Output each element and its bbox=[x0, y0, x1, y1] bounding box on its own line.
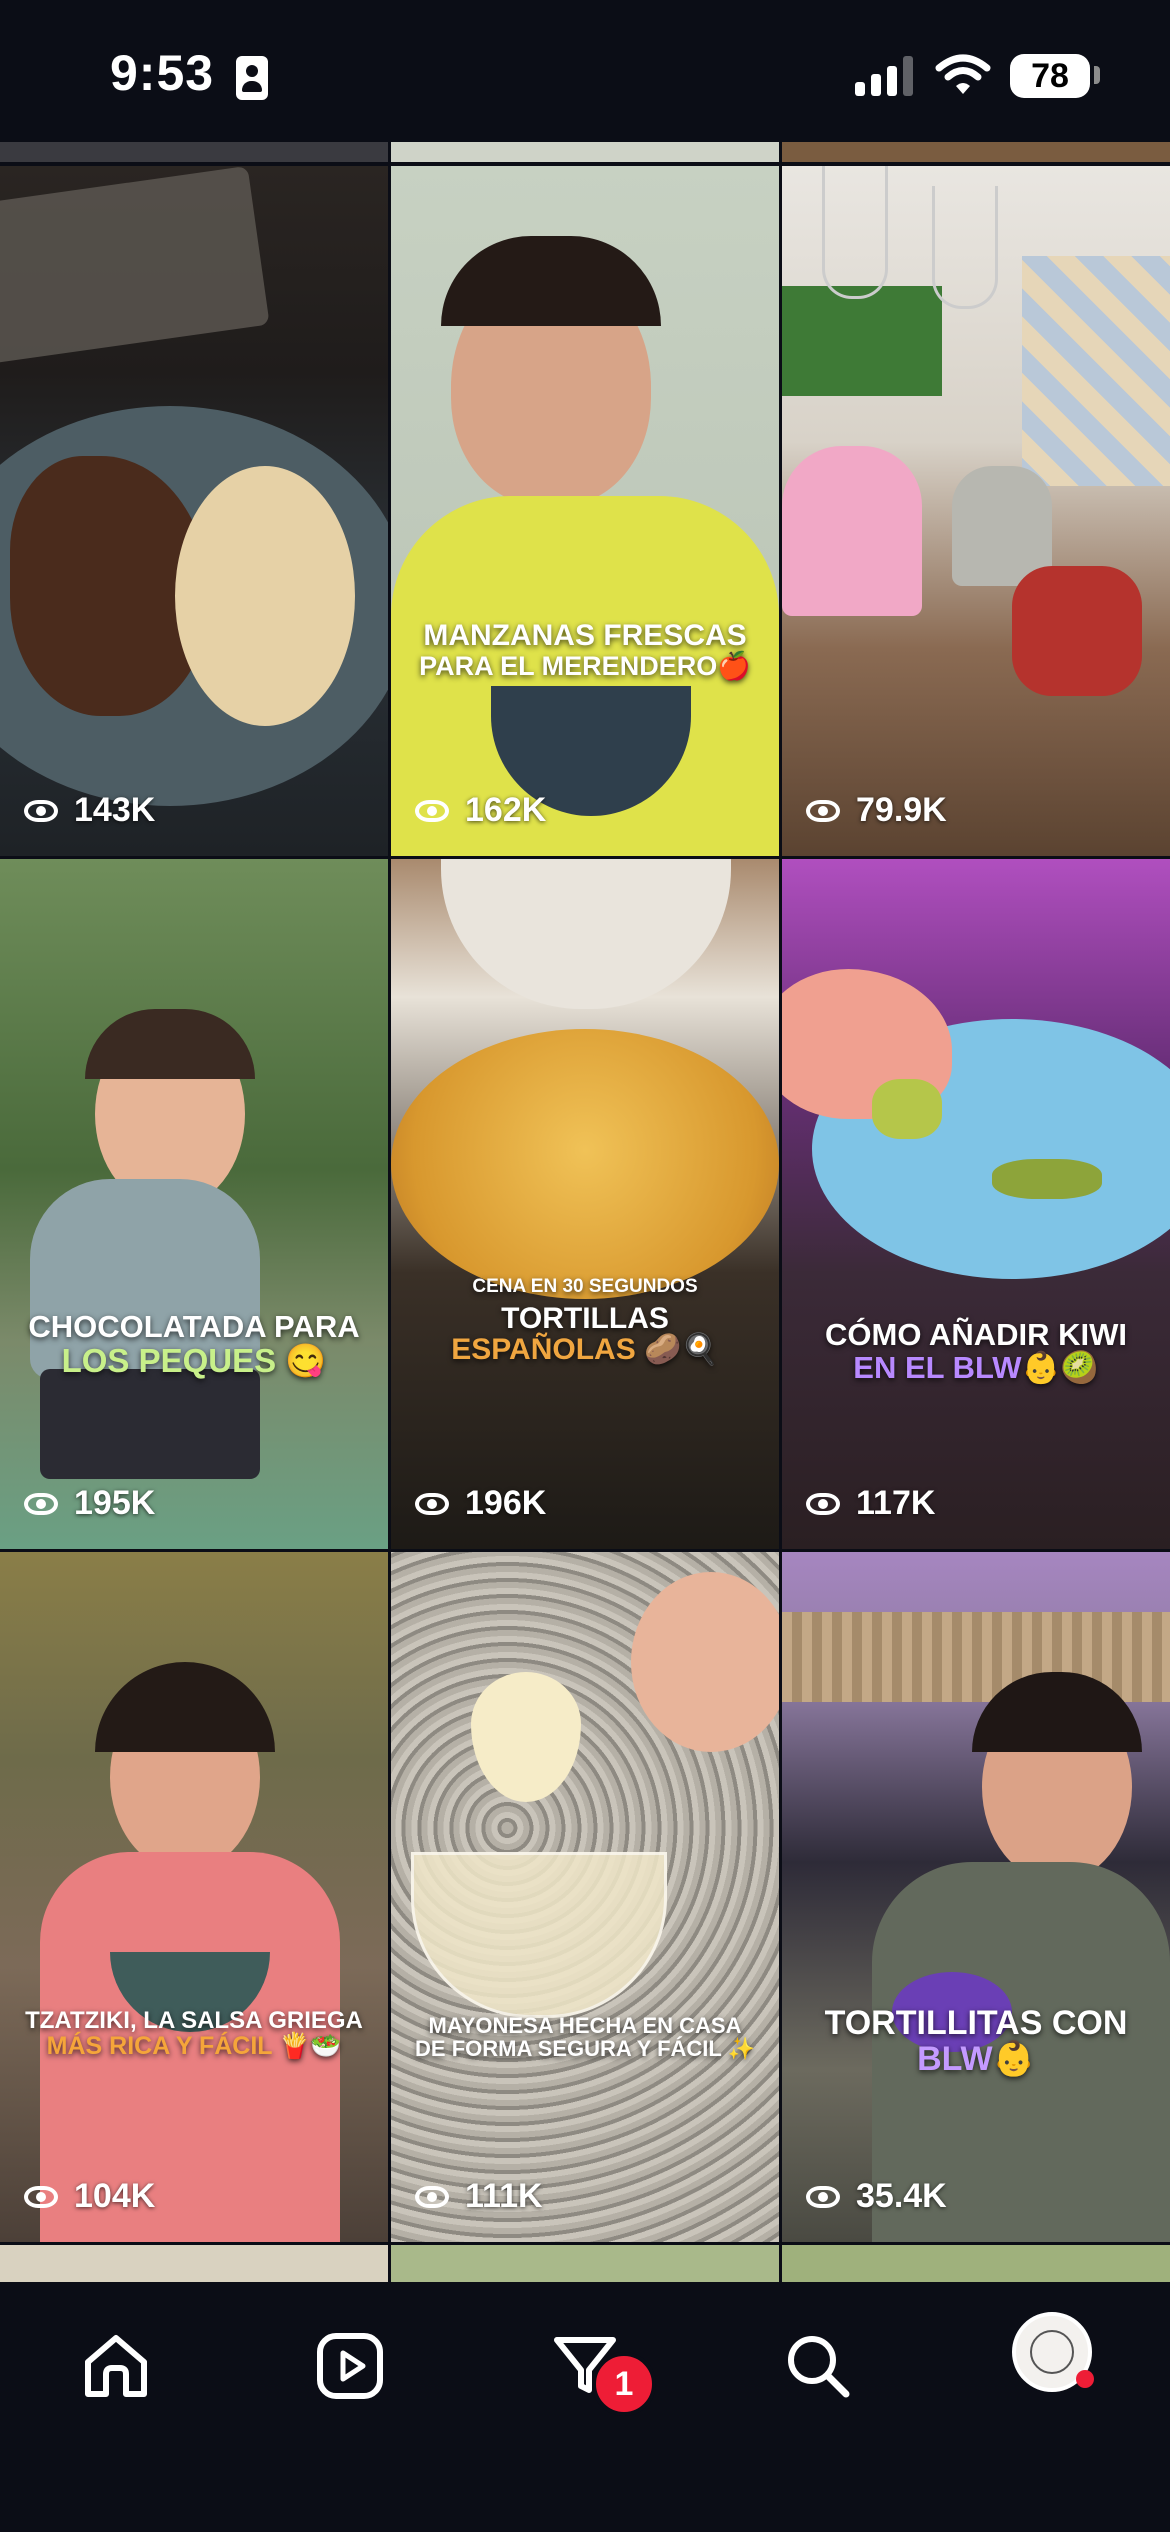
eye-icon bbox=[806, 798, 844, 824]
reel-caption: CENA EN 30 SEGUNDOS TORTILLAS ESPAÑOLAS … bbox=[451, 1276, 719, 1367]
contact-card-icon bbox=[236, 56, 268, 100]
reel-caption: TORTILLITAS CON BLW👶 bbox=[824, 2004, 1128, 2078]
woman-pink-image bbox=[782, 446, 922, 616]
reels-grid: 143K MANZANAS FRESCAS PARA EL MERENDERO🍎… bbox=[0, 142, 1170, 2282]
reel-tile[interactable]: CHOCOLATADA PARA LOS PEQUES 😋 195K bbox=[0, 859, 388, 1549]
reel-tile[interactable]: CÓMO AÑADIR KIWI EN EL BLW👶🥝 117K bbox=[782, 859, 1170, 1549]
view-count: 195K bbox=[24, 1484, 155, 1523]
kiwi-image bbox=[992, 1159, 1102, 1199]
profile-notification-dot bbox=[1076, 2370, 1094, 2388]
eye-icon bbox=[806, 2184, 844, 2210]
child-red-image bbox=[1012, 566, 1142, 696]
reel-caption: MAYONESA HECHA EN CASA DE FORMA SEGURA Y… bbox=[415, 2013, 755, 2062]
battery-indicator: 78 bbox=[1010, 54, 1090, 98]
girl-shorts-image bbox=[40, 1369, 260, 1479]
view-count: 35.4K bbox=[806, 2177, 947, 2216]
view-count: 117K bbox=[806, 1484, 935, 1523]
reel-tile[interactable]: 79.9K bbox=[782, 166, 1170, 856]
reel-tile[interactable]: 143K bbox=[0, 166, 388, 856]
partial-tile-top bbox=[782, 142, 1170, 162]
reel-tile[interactable]: MANZANAS FRESCAS PARA EL MERENDERO🍎 162K bbox=[391, 166, 779, 856]
battery-cap bbox=[1094, 66, 1100, 84]
status-time: 9:53 bbox=[110, 45, 215, 101]
partial-tile-bottom bbox=[782, 2245, 1170, 2282]
status-bar: 9:53 78 bbox=[0, 0, 1170, 142]
kiwi-image bbox=[872, 1079, 942, 1139]
notification-badge: 1 bbox=[592, 2352, 656, 2416]
nav-search-button[interactable] bbox=[768, 2316, 868, 2416]
eye-icon bbox=[806, 1491, 844, 1517]
partial-tile-bottom bbox=[0, 2245, 388, 2282]
reel-tile[interactable]: TORTILLITAS CON BLW👶 35.4K bbox=[782, 1552, 1170, 2242]
tile-wall-image bbox=[1022, 256, 1170, 486]
view-count: 196K bbox=[415, 1484, 546, 1523]
reel-caption: TZATZIKI, LA SALSA GRIEGA MÁS RICA Y FÁC… bbox=[25, 2007, 363, 2061]
partial-tile-top bbox=[391, 142, 779, 162]
eye-icon bbox=[24, 1491, 62, 1517]
reel-tile[interactable]: MAYONESA HECHA EN CASA DE FORMA SEGURA Y… bbox=[391, 1552, 779, 2242]
view-count: 111K bbox=[415, 2177, 543, 2216]
eye-icon bbox=[415, 798, 453, 824]
eye-icon bbox=[24, 798, 62, 824]
reel-caption: MANZANAS FRESCAS PARA EL MERENDERO🍎 bbox=[419, 619, 751, 681]
eye-icon bbox=[415, 1491, 453, 1517]
nav-reels-button[interactable] bbox=[300, 2316, 400, 2416]
tortilla-image bbox=[391, 1029, 779, 1299]
reel-caption: CHOCOLATADA PARA LOS PEQUES 😋 bbox=[28, 1309, 360, 1379]
home-icon bbox=[85, 2335, 147, 2397]
view-count: 104K bbox=[24, 2177, 155, 2216]
view-count: 162K bbox=[415, 791, 546, 830]
partial-tile-bottom bbox=[391, 2245, 779, 2282]
partial-tile-top bbox=[0, 142, 388, 162]
view-count: 79.9K bbox=[806, 791, 947, 830]
bottom-navigation bbox=[0, 2282, 1170, 2532]
cellular-signal-icon bbox=[855, 56, 915, 96]
reels-icon bbox=[317, 2333, 383, 2399]
view-count: 143K bbox=[24, 791, 155, 830]
reel-caption: CÓMO AÑADIR KIWI EN EL BLW👶🥝 bbox=[825, 1317, 1127, 1385]
rice-image bbox=[175, 466, 355, 726]
reel-tile[interactable]: TZATZIKI, LA SALSA GRIEGA MÁS RICA Y FÁC… bbox=[0, 1552, 388, 2242]
eye-icon bbox=[24, 2184, 62, 2210]
reel-tile[interactable]: CENA EN 30 SEGUNDOS TORTILLAS ESPAÑOLAS … bbox=[391, 859, 779, 1549]
plant-wall-image bbox=[782, 286, 942, 396]
search-icon bbox=[788, 2336, 850, 2398]
lamp-image bbox=[822, 166, 888, 299]
hand-image bbox=[631, 1572, 779, 1752]
avatar-logo bbox=[1030, 2330, 1074, 2374]
lamp-image bbox=[932, 186, 998, 309]
nav-home-button[interactable] bbox=[66, 2316, 166, 2416]
wifi-icon bbox=[935, 54, 991, 94]
eye-icon bbox=[415, 2184, 453, 2210]
